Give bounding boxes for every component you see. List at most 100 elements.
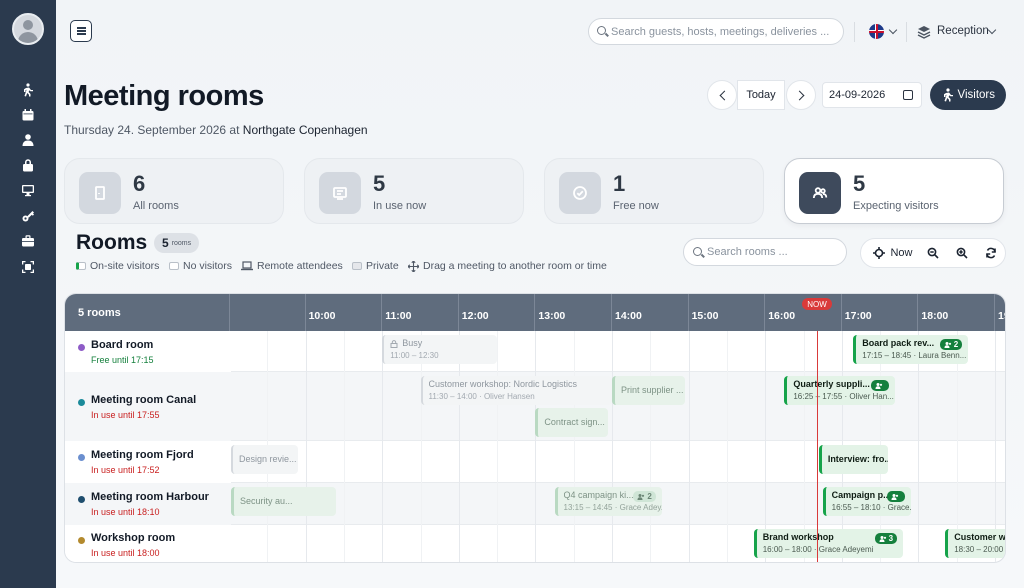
sidebar-item-person[interactable] (18, 130, 38, 150)
sidebar-item-briefcase[interactable] (18, 231, 38, 251)
hour-divider (840, 294, 842, 331)
room-color-dot (78, 398, 85, 406)
meeting-block[interactable]: Customer work... 18:30 – 20:00 · Sam Okaf… (945, 529, 1005, 558)
grid-line (382, 441, 384, 483)
hour-divider (457, 294, 459, 331)
previous-day-button[interactable] (707, 80, 737, 110)
grid-line (956, 483, 958, 525)
legend-onsite: On-site visitors (76, 260, 159, 272)
room-name: Meeting room Canal (91, 393, 197, 406)
grid-line (841, 331, 843, 372)
key-icon (22, 211, 34, 222)
user-avatar[interactable] (12, 13, 44, 45)
sidebar-item-scan[interactable] (18, 257, 38, 277)
meeting-block[interactable]: Security au... (231, 487, 337, 516)
room-label[interactable]: Board room Free until 17:15 (65, 331, 231, 372)
grid-line (995, 483, 996, 525)
laptop-icon (241, 261, 253, 271)
sidebar-item-monitor[interactable] (18, 180, 38, 200)
search-icon (693, 247, 702, 256)
meeting-block[interactable]: Contract sign... (535, 408, 609, 437)
stat-card-free-now[interactable]: 1 Free now (544, 158, 764, 224)
grid-line (305, 331, 307, 372)
guest-count-badge: 2 (939, 339, 963, 350)
meeting-block[interactable]: Board pack rev... 17:15 – 18:45 · Laura B… (853, 335, 969, 364)
sidebar-item-lock[interactable] (18, 155, 38, 175)
now-line (816, 331, 819, 562)
room-timeline: 5 rooms 10:00 11:00 12:00 13:00 14:00 15:00 16… (64, 293, 1006, 563)
hour-divider (994, 294, 995, 331)
room-row[interactable]: Brand workshop 16:00 – 18:00 · Grace Adey… (65, 525, 1005, 562)
hour-label: 13:00 (538, 310, 566, 322)
grid-line (918, 483, 920, 525)
grid-line (458, 483, 460, 525)
grid-line (918, 441, 920, 483)
grid-line (343, 525, 345, 562)
refresh-button[interactable] (979, 239, 1003, 267)
meeting-block[interactable]: Interview: fro... (818, 445, 888, 474)
room-color-dot (78, 343, 85, 351)
grid-line (995, 331, 996, 372)
global-search-input[interactable]: Search guests, hosts, meetings, deliveri… (588, 18, 844, 45)
stat-card-in-use-now[interactable]: 5 In use now (304, 158, 524, 224)
meeting-block[interactable]: Print supplier ... (612, 376, 685, 405)
chevron-down-icon[interactable] (888, 25, 898, 35)
sidebar-item-visitor-walk[interactable] (18, 80, 38, 100)
meeting-block[interactable]: Quarterly suppli... 16:25 – 17:55 · Olive… (784, 376, 896, 405)
grid-line (267, 331, 269, 372)
visitors-button[interactable]: Visitors (930, 80, 1006, 110)
chevron-down-icon[interactable] (987, 25, 997, 35)
guests-icon (891, 493, 898, 500)
grid-line (726, 331, 728, 372)
visitor-walk-icon (24, 83, 33, 97)
rooms-section-title: Rooms (76, 231, 148, 254)
grid-line (650, 441, 652, 483)
uk-flag-icon[interactable] (869, 24, 884, 39)
grid-line (765, 372, 767, 441)
room-label[interactable]: Meeting room Harbour In use until 18:10 (65, 483, 231, 525)
meeting-block[interactable]: Design revie... (231, 445, 298, 474)
next-day-button[interactable] (786, 80, 816, 110)
meeting-block[interactable]: Busy 11:00 – 12:30 (382, 335, 498, 364)
room-label[interactable]: Meeting room Fjord In use until 17:52 (65, 441, 231, 483)
room-row[interactable]: Security au... Q4 campaign ki... 13:15 – 1… (65, 483, 1005, 525)
zoom-in-button[interactable] (950, 239, 974, 267)
meeting-title: Design revie... (239, 454, 297, 464)
meeting-title: Interview: fro... (827, 454, 888, 464)
room-row[interactable]: Design revie... Interview: fro... Meeting … (65, 441, 1005, 483)
now-button[interactable]: Now (867, 239, 919, 267)
grid-line (382, 372, 384, 441)
person-icon (22, 134, 34, 146)
meeting-block[interactable]: Campaign p... 16:55 – 18:10 · Grace... (822, 487, 911, 516)
room-row[interactable]: Busy 11:00 – 12:30 Board pack rev... 17:15 … (65, 331, 1005, 372)
grid-line (726, 372, 728, 441)
room-label[interactable]: Meeting room Canal In use until 17:55 (65, 372, 231, 441)
grid-line (497, 525, 499, 562)
room-status: In use until 17:55 (91, 409, 160, 420)
stat-icon-box (559, 172, 601, 214)
today-button[interactable]: Today (737, 80, 785, 110)
zoom-out-button[interactable] (921, 239, 945, 267)
meeting-block[interactable]: Brand workshop 16:00 – 18:00 · Grace Adey… (753, 529, 904, 558)
room-status: In use until 17:52 (91, 465, 160, 475)
location-selector[interactable]: Reception (937, 25, 989, 37)
menu-toggle-button[interactable] (70, 20, 92, 42)
room-name: Meeting room Harbour (91, 491, 209, 503)
stat-card-expecting-visitors[interactable]: 5 Expecting visitors (784, 158, 1004, 224)
stat-card-all-rooms[interactable]: 6 All rooms (64, 158, 284, 224)
meeting-block[interactable]: Customer workshop: Nordic Logistics 11:30… (420, 376, 612, 405)
sidebar-item-calendar[interactable] (18, 105, 38, 125)
page-title: Meeting rooms (64, 80, 264, 112)
room-row[interactable]: Customer workshop: Nordic Logistics 11:30… (65, 372, 1005, 441)
timeline-header: 5 rooms 10:00 11:00 12:00 13:00 14:00 15:00 16… (65, 294, 1005, 331)
grid-line (573, 331, 575, 372)
visitor-walk-icon (944, 88, 953, 102)
meeting-time-host: 16:55 – 18:10 · Grace... (831, 503, 911, 512)
meeting-block[interactable]: Q4 campaign ki... 13:15 – 14:45 · Grace A… (554, 487, 662, 516)
room-search-input[interactable]: Search rooms ... (683, 238, 847, 266)
room-name: Workshop room (91, 531, 176, 544)
grid-line (803, 483, 805, 525)
date-picker-input[interactable]: 24-09-2026 (822, 82, 922, 108)
room-label[interactable]: Workshop room In use until 18:00 (65, 525, 231, 562)
sidebar-item-key[interactable] (18, 206, 38, 226)
